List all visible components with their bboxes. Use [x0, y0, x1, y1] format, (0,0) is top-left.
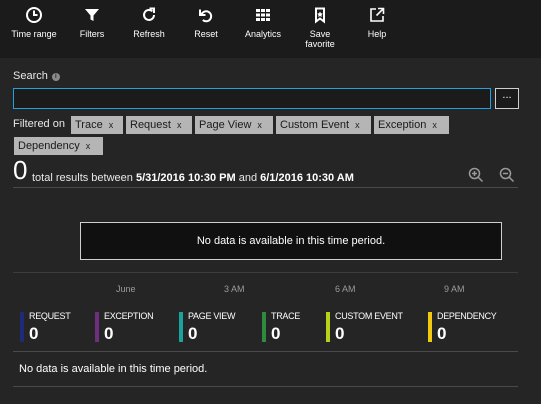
legend-color-bar: [262, 312, 266, 342]
grid-icon: [238, 6, 288, 26]
filter-chip-label: Custom Event: [280, 119, 350, 131]
filter-chip-custom-event: Custom Event x: [276, 116, 371, 134]
zoom-in-icon[interactable]: [467, 166, 485, 184]
refresh-icon: [126, 6, 172, 26]
results-count: 0: [13, 155, 28, 185]
legend-value: 0: [104, 324, 114, 343]
time-range-button[interactable]: Time range: [8, 6, 60, 39]
external-link-icon: [360, 6, 394, 26]
chart-axis: [13, 272, 518, 273]
save-favorite-label-2: favorite: [305, 39, 335, 49]
legend-label: EXCEPTION: [104, 311, 154, 321]
refresh-button[interactable]: Refresh: [126, 6, 172, 39]
info-icon[interactable]: i: [51, 73, 60, 81]
remove-filter-icon[interactable]: x: [257, 120, 262, 130]
filter-chip-dependency: Dependency x: [14, 137, 103, 155]
search-label: Search i: [13, 70, 60, 82]
results-end-time: 6/1/2016 10:30 AM: [260, 172, 354, 184]
refresh-label: Refresh: [133, 29, 165, 39]
legend-value: 0: [271, 324, 281, 343]
save-favorite-label-1: Save: [309, 29, 331, 39]
zoom-out-icon[interactable]: [498, 166, 516, 184]
funnel-icon: [70, 6, 114, 26]
filter-chip-trace: Trace x: [71, 116, 123, 134]
search-input[interactable]: [13, 88, 491, 109]
legend-value: 0: [437, 324, 447, 343]
results-summary: total results between 5/31/2016 10:30 PM…: [32, 172, 354, 184]
search-label-text: Search: [13, 70, 48, 82]
reset-button[interactable]: Reset: [186, 6, 226, 39]
filter-chip-label: Request: [130, 119, 171, 131]
help-label: Help: [367, 29, 387, 39]
legend-color-bar: [428, 312, 432, 342]
analytics-button[interactable]: Analytics: [238, 6, 288, 39]
clock-icon: [8, 6, 60, 26]
results-start-time: 5/31/2016 10:30 PM: [135, 172, 236, 184]
results-divider: [13, 187, 518, 188]
toolbar: Time range Filters Refresh Reset Analyti…: [0, 0, 541, 58]
filters-label: Filters: [79, 29, 105, 39]
legend-color-bar: [20, 312, 24, 342]
remove-filter-icon[interactable]: x: [86, 141, 91, 151]
remove-filter-icon[interactable]: x: [177, 120, 182, 130]
legend-color-bar: [179, 312, 183, 342]
axis-tick-june: June: [116, 284, 136, 294]
more-options-button[interactable]: ...: [495, 88, 519, 109]
bookmark-icon: [298, 6, 342, 26]
axis-tick-3am: 3 AM: [224, 284, 245, 294]
legend-label: TRACE: [271, 311, 301, 321]
filter-chip-label: Trace: [75, 119, 103, 131]
legend-color-bar: [326, 312, 330, 342]
legend-label: CUSTOM EVENT: [335, 311, 403, 321]
legend-label: REQUEST: [29, 311, 71, 321]
filter-chip-label: Dependency: [18, 140, 80, 152]
filter-chip-exception: Exception x: [374, 116, 449, 134]
legend-color-bar: [95, 312, 99, 342]
axis-tick-9am: 9 AM: [444, 284, 465, 294]
bottom-divider: [13, 386, 518, 387]
filter-chip-request: Request x: [126, 116, 192, 134]
legend-value: 0: [29, 324, 39, 343]
remove-filter-icon[interactable]: x: [355, 120, 360, 130]
filter-chip-label: Page View: [199, 119, 252, 131]
axis-tick-6am: 6 AM: [335, 284, 356, 294]
legend-label: DEPENDENCY: [437, 311, 497, 321]
filters-button[interactable]: Filters: [70, 6, 114, 39]
remove-filter-icon[interactable]: x: [109, 120, 114, 130]
filter-chip-label: Exception: [378, 119, 427, 131]
legend-value: 0: [188, 324, 198, 343]
legend-label: PAGE VIEW: [188, 311, 236, 321]
results-and: and: [238, 172, 258, 184]
filter-chip-page-view: Page View x: [195, 116, 273, 134]
analytics-label: Analytics: [244, 29, 281, 39]
legend-divider: [13, 351, 518, 352]
undo-icon: [186, 6, 226, 26]
remove-filter-icon[interactable]: x: [432, 120, 437, 130]
save-favorite-button[interactable]: Save favorite: [298, 6, 342, 49]
chart-no-data-message: No data is available in this time period…: [80, 222, 502, 260]
legend-value: 0: [335, 324, 345, 343]
help-button[interactable]: Help: [360, 6, 394, 39]
results-no-data-message: No data is available in this time period…: [19, 363, 208, 375]
time-range-label: Time range: [11, 29, 57, 39]
results-prefix: total results between: [32, 172, 133, 184]
filtered-on-label: Filtered on: [13, 118, 65, 130]
reset-label: Reset: [194, 29, 218, 39]
